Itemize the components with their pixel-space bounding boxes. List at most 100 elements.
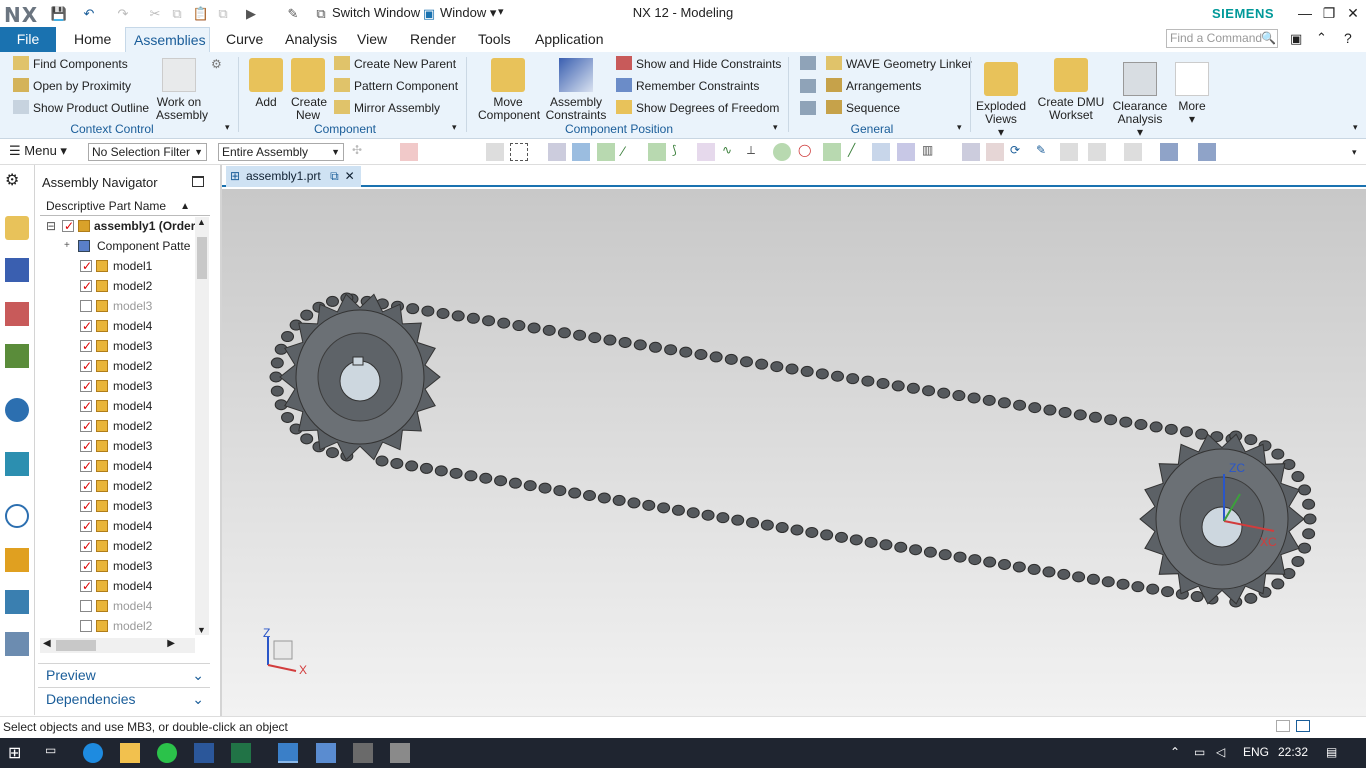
visibility-checkbox[interactable] bbox=[62, 216, 74, 236]
clearance-analysis-button[interactable]: Clearance Analysis ▾ bbox=[1110, 62, 1170, 139]
minimize-ribbon-icon[interactable]: ⌃ bbox=[1316, 30, 1327, 46]
language-indicator[interactable]: ENG bbox=[1243, 745, 1269, 759]
create-new-button[interactable]: Create New bbox=[287, 58, 329, 122]
visibility-checkbox[interactable] bbox=[80, 276, 92, 296]
clock[interactable]: 22:32 bbox=[1278, 745, 1308, 759]
full-screen-icon[interactable] bbox=[1296, 720, 1310, 732]
toolbar-tool-icon[interactable] bbox=[548, 143, 566, 161]
nx-taskbar-icon[interactable] bbox=[278, 743, 298, 763]
horizontal-scrollbar[interactable]: ◀ ▶ bbox=[40, 638, 195, 653]
selection-scope-dropdown[interactable]: Entire Assembly ▼ bbox=[218, 143, 344, 161]
calculator-icon[interactable] bbox=[353, 743, 373, 763]
sort-ascending-icon[interactable]: ▲ bbox=[180, 197, 190, 216]
close-icon[interactable]: ✕ bbox=[1341, 3, 1365, 23]
move-component-button[interactable]: Move Component bbox=[476, 58, 540, 122]
battery-icon[interactable]: ▭ bbox=[1194, 745, 1205, 759]
general-dropdown-icon[interactable]: ▾ bbox=[957, 122, 962, 133]
tab-render[interactable]: Render bbox=[402, 27, 464, 52]
paste-icon[interactable]: 📋 bbox=[192, 5, 210, 23]
component-row[interactable]: model3 bbox=[40, 496, 194, 516]
scroll-left-icon[interactable]: ◀ bbox=[43, 638, 51, 649]
show-product-outline-button[interactable]: Show Product Outline bbox=[13, 98, 149, 118]
tree-node-pattern[interactable]: + Component Patte bbox=[40, 236, 194, 256]
scroll-down-icon[interactable]: ▼ bbox=[197, 625, 206, 635]
tree-node-root[interactable]: ⊟ assembly1 (Order bbox=[40, 216, 195, 236]
dependencies-panel-header[interactable]: Dependencies ⌄ bbox=[38, 687, 210, 709]
task-view-icon[interactable]: ▭ bbox=[45, 743, 65, 763]
visibility-checkbox[interactable] bbox=[80, 416, 92, 436]
component-row[interactable]: model2 bbox=[40, 276, 194, 296]
tab-home[interactable]: Home bbox=[66, 27, 119, 52]
edge-browser-icon[interactable] bbox=[83, 743, 103, 763]
window-menu[interactable]: Window ▾ bbox=[440, 5, 496, 21]
visibility-checkbox[interactable] bbox=[80, 256, 92, 276]
app-taskbar-icon[interactable] bbox=[390, 743, 410, 763]
web-browser-icon[interactable] bbox=[5, 452, 29, 476]
snap-quadrant-icon[interactable]: ◯ bbox=[798, 143, 816, 161]
component-row[interactable]: model1 bbox=[40, 256, 194, 276]
visibility-checkbox[interactable] bbox=[80, 336, 92, 356]
toolbar-tool-icon[interactable] bbox=[572, 143, 590, 161]
snap-endpoint-icon[interactable]: ⁄ bbox=[622, 143, 640, 161]
component-dropdown-icon[interactable]: ▾ bbox=[452, 122, 457, 133]
component-row[interactable]: model4 bbox=[40, 316, 194, 336]
visibility-checkbox[interactable] bbox=[80, 556, 92, 576]
component-row[interactable]: model2 bbox=[40, 416, 194, 436]
snap-midpoint-icon[interactable] bbox=[648, 143, 666, 161]
help-icon[interactable]: ? bbox=[1344, 30, 1352, 46]
window-icon[interactable]: ▣ bbox=[420, 5, 438, 23]
component-row[interactable]: model2 bbox=[40, 536, 194, 556]
component-row[interactable]: model3 bbox=[40, 296, 194, 316]
render-style-icon[interactable] bbox=[1160, 143, 1178, 161]
open-by-proximity-button[interactable]: Open by Proximity bbox=[13, 76, 131, 96]
excel-icon[interactable] bbox=[231, 743, 251, 763]
view-tool-icon[interactable] bbox=[1060, 143, 1078, 161]
graphics-window[interactable]: ZC XC Z X bbox=[222, 189, 1366, 716]
word-icon[interactable] bbox=[194, 743, 214, 763]
wave-geometry-linker-button[interactable]: WAVE Geometry Linker bbox=[826, 54, 972, 74]
component-row[interactable]: model2 bbox=[40, 356, 194, 376]
general-icon-2[interactable] bbox=[800, 79, 816, 93]
more-button[interactable]: More ▾ bbox=[1174, 62, 1210, 126]
windows-start-icon[interactable]: ⊞ bbox=[8, 743, 28, 763]
copy-icon[interactable]: ⧉ bbox=[168, 5, 186, 23]
general-icon-3[interactable] bbox=[800, 101, 816, 115]
snap-point-icon[interactable] bbox=[823, 143, 841, 161]
toolbar-tool-icon[interactable] bbox=[486, 143, 504, 161]
visibility-checkbox[interactable] bbox=[80, 536, 92, 556]
tab-tools[interactable]: Tools bbox=[470, 27, 519, 52]
rectangle-select-icon[interactable] bbox=[510, 143, 528, 161]
snap-icon[interactable] bbox=[597, 143, 615, 161]
toolbar-tool-icon[interactable]: ✣ bbox=[352, 143, 370, 161]
tab-assemblies[interactable]: Assemblies bbox=[125, 27, 210, 52]
hd3d-tools-icon[interactable] bbox=[5, 398, 29, 422]
snap-face-icon[interactable] bbox=[872, 143, 890, 161]
chevron-down-icon[interactable]: ⌄ bbox=[192, 664, 204, 686]
save-icon[interactable]: 💾 bbox=[50, 5, 68, 23]
system-materials-icon[interactable] bbox=[5, 548, 29, 572]
column-header[interactable]: Descriptive Part Name ▲ bbox=[40, 197, 210, 216]
visibility-checkbox[interactable] bbox=[80, 300, 92, 312]
component-row[interactable]: model4 bbox=[40, 456, 194, 476]
visibility-checkbox[interactable] bbox=[80, 620, 92, 632]
show-dof-button[interactable]: Show Degrees of Freedom bbox=[616, 98, 779, 118]
snap-intersection-icon[interactable] bbox=[697, 143, 715, 161]
maximize-navigator-icon[interactable] bbox=[192, 176, 204, 187]
detach-tab-icon[interactable]: ⧉ bbox=[330, 166, 339, 187]
volume-icon[interactable]: ◁ bbox=[1216, 745, 1225, 759]
switch-window-button[interactable]: Switch Window bbox=[332, 5, 420, 20]
switch-window-icon[interactable]: ⧉ bbox=[312, 5, 330, 23]
constraint-navigator-icon[interactable] bbox=[5, 258, 29, 282]
view-tool-icon[interactable] bbox=[986, 143, 1004, 161]
visibility-checkbox[interactable] bbox=[80, 356, 92, 376]
component-row[interactable]: model3 bbox=[40, 376, 194, 396]
menu-button[interactable]: ☰ Menu ▾ bbox=[9, 143, 67, 159]
general-icon-1[interactable] bbox=[800, 56, 816, 70]
status-icon[interactable] bbox=[1276, 720, 1290, 732]
document-tab[interactable]: assembly1.prt ⊞ ⧉ ✕ bbox=[226, 166, 361, 187]
selection-filter-dropdown[interactable]: No Selection Filter ▼ bbox=[88, 143, 207, 161]
scroll-up-icon[interactable]: ▲ bbox=[197, 217, 206, 227]
toolbar-overflow-icon[interactable]: ▾ bbox=[1352, 147, 1357, 158]
visibility-checkbox[interactable] bbox=[80, 436, 92, 456]
undo-icon[interactable]: ↶ bbox=[80, 5, 98, 23]
